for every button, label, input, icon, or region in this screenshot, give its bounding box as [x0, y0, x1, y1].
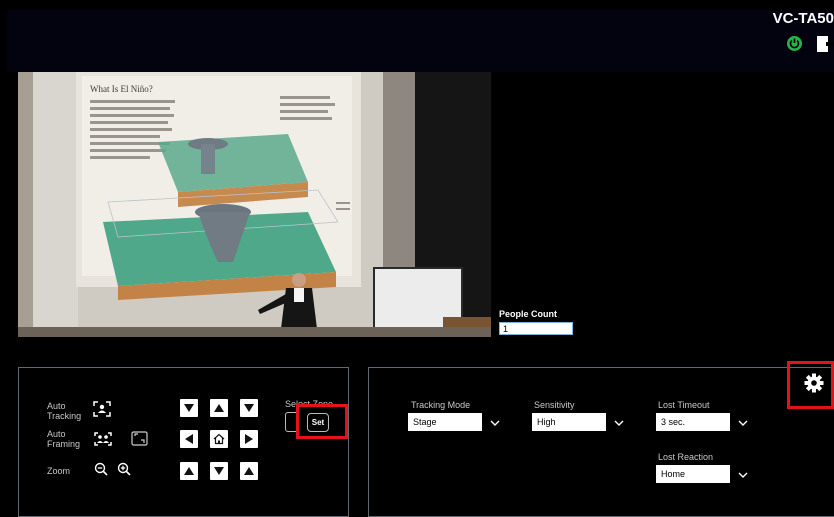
lost-timeout-label: Lost Timeout	[658, 400, 710, 410]
sensitivity-select[interactable]: High	[532, 413, 630, 431]
lost-timeout-select[interactable]: 3 sec.	[656, 413, 754, 431]
pan-down-right-button[interactable]	[240, 462, 258, 480]
chevron-down-icon	[730, 465, 754, 483]
highlight-box-set	[296, 404, 348, 439]
people-count-label: People Count	[499, 309, 557, 319]
chevron-down-icon	[482, 413, 506, 431]
auto-tracking-label: Auto Tracking	[47, 401, 82, 421]
auto-framing-label: Auto Framing	[47, 429, 81, 449]
framing-settings-icon[interactable]	[131, 431, 148, 451]
power-icon[interactable]	[787, 36, 802, 51]
chevron-down-icon	[606, 413, 630, 431]
lost-reaction-select[interactable]: Home	[656, 465, 754, 483]
pan-up-left-button[interactable]	[180, 399, 198, 417]
tracking-mode-value: Stage	[413, 417, 437, 427]
tilt-down-button[interactable]	[210, 462, 228, 480]
home-button[interactable]	[210, 430, 228, 448]
pan-down-left-button[interactable]	[180, 462, 198, 480]
auto-tracking-icon[interactable]	[93, 401, 111, 422]
top-bar	[7, 10, 834, 72]
model-name: VC-TA50	[772, 10, 834, 27]
highlight-box-gear	[787, 361, 834, 409]
slide-title: What Is El Niño?	[90, 84, 153, 94]
people-count-field: 1	[499, 322, 573, 335]
lost-reaction-value: Home	[661, 469, 686, 479]
logout-icon[interactable]	[815, 34, 834, 54]
zoom-out-icon[interactable]	[94, 462, 108, 481]
zoom-label: Zoom	[47, 466, 71, 476]
sensitivity-value: High	[537, 417, 556, 427]
tracking-settings-panel	[368, 367, 834, 517]
camera-video-feed[interactable]: What Is El Niño?	[18, 72, 491, 337]
auto-framing-icon[interactable]	[94, 432, 112, 451]
pan-right-button[interactable]	[240, 430, 258, 448]
tracking-mode-select[interactable]: Stage	[408, 413, 506, 431]
pan-up-right-button[interactable]	[240, 399, 258, 417]
sensitivity-label: Sensitivity	[534, 400, 575, 410]
chevron-down-icon	[730, 413, 754, 431]
lost-timeout-value: 3 sec.	[661, 417, 686, 427]
lost-reaction-label: Lost Reaction	[658, 452, 714, 462]
tilt-up-button[interactable]	[210, 399, 228, 417]
zoom-in-icon[interactable]	[117, 462, 131, 481]
pan-left-button[interactable]	[180, 430, 198, 448]
tracking-mode-label: Tracking Mode	[411, 400, 471, 410]
